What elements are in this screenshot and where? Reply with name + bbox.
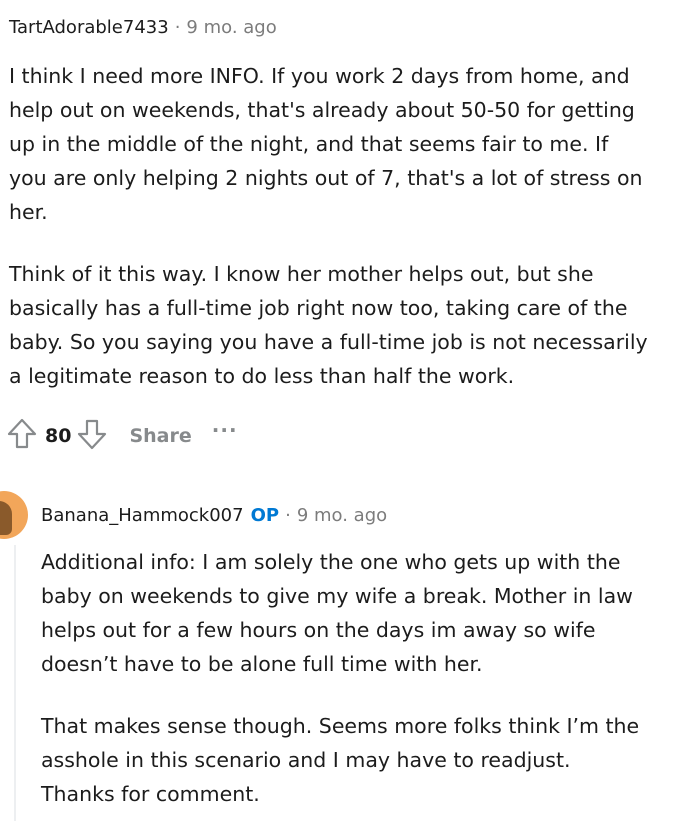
comment-timestamp[interactable]: 9 mo. ago (186, 17, 276, 38)
comment-timestamp[interactable]: 9 mo. ago (297, 505, 387, 526)
meta-separator: · (174, 17, 181, 38)
vote-score: 80 (45, 425, 72, 447)
op-badge: OP (250, 505, 280, 526)
downvote-arrow-icon[interactable] (77, 418, 107, 454)
text-line: help out on weekends, that's already abo… (9, 98, 635, 122)
text-line: her. (9, 200, 48, 224)
text-line: Additional info: I am solely the one who… (41, 550, 621, 574)
text-line: I think I need more INFO. If you work 2 … (9, 64, 630, 88)
comment-actions: 80 Share ··· (7, 418, 238, 454)
comment-paragraph: Additional info: I am solely the one who… (41, 545, 633, 681)
text-line: basically has a full-time job right now … (9, 296, 628, 320)
comment-meta: TartAdorable7433 · 9 mo. ago (9, 17, 277, 38)
text-line: Think of it this way. I know her mother … (9, 262, 594, 286)
text-line: That makes sense though. Seems more folk… (41, 714, 640, 738)
meta-separator: · (285, 505, 291, 526)
text-line: Thanks for comment. (41, 782, 260, 806)
avatar-figure (0, 501, 12, 535)
comment-paragraph: That makes sense though. Seems more folk… (41, 709, 639, 811)
text-line: you are only helping 2 nights out of 7, … (9, 166, 643, 190)
text-line: doesn’t have to be alone full time with … (41, 652, 483, 676)
thread-line[interactable] (14, 545, 16, 821)
upvote-arrow-icon[interactable] (7, 418, 37, 454)
comment-paragraph: I think I need more INFO. If you work 2 … (9, 59, 643, 229)
user-avatar-icon[interactable] (0, 491, 28, 539)
text-line: helps out for a few hours on the days im… (41, 618, 596, 642)
text-line: up in the middle of the night, and that … (9, 132, 609, 156)
text-line: baby on weekends to give my wife a break… (41, 584, 633, 608)
comment-author[interactable]: Banana_Hammock007 (41, 505, 244, 526)
text-line: asshole in this scenario and I may have … (41, 748, 571, 772)
text-line: a legitimate reason to do less than half… (9, 364, 515, 388)
comment-author[interactable]: TartAdorable7433 (9, 17, 169, 38)
more-options-icon[interactable]: ··· (212, 418, 238, 442)
text-line: baby. So you saying you have a full-time… (9, 330, 648, 354)
comment-paragraph: Think of it this way. I know her mother … (9, 257, 648, 393)
comment-meta: Banana_Hammock007 OP · 9 mo. ago (41, 505, 387, 526)
share-button[interactable]: Share (129, 425, 191, 447)
